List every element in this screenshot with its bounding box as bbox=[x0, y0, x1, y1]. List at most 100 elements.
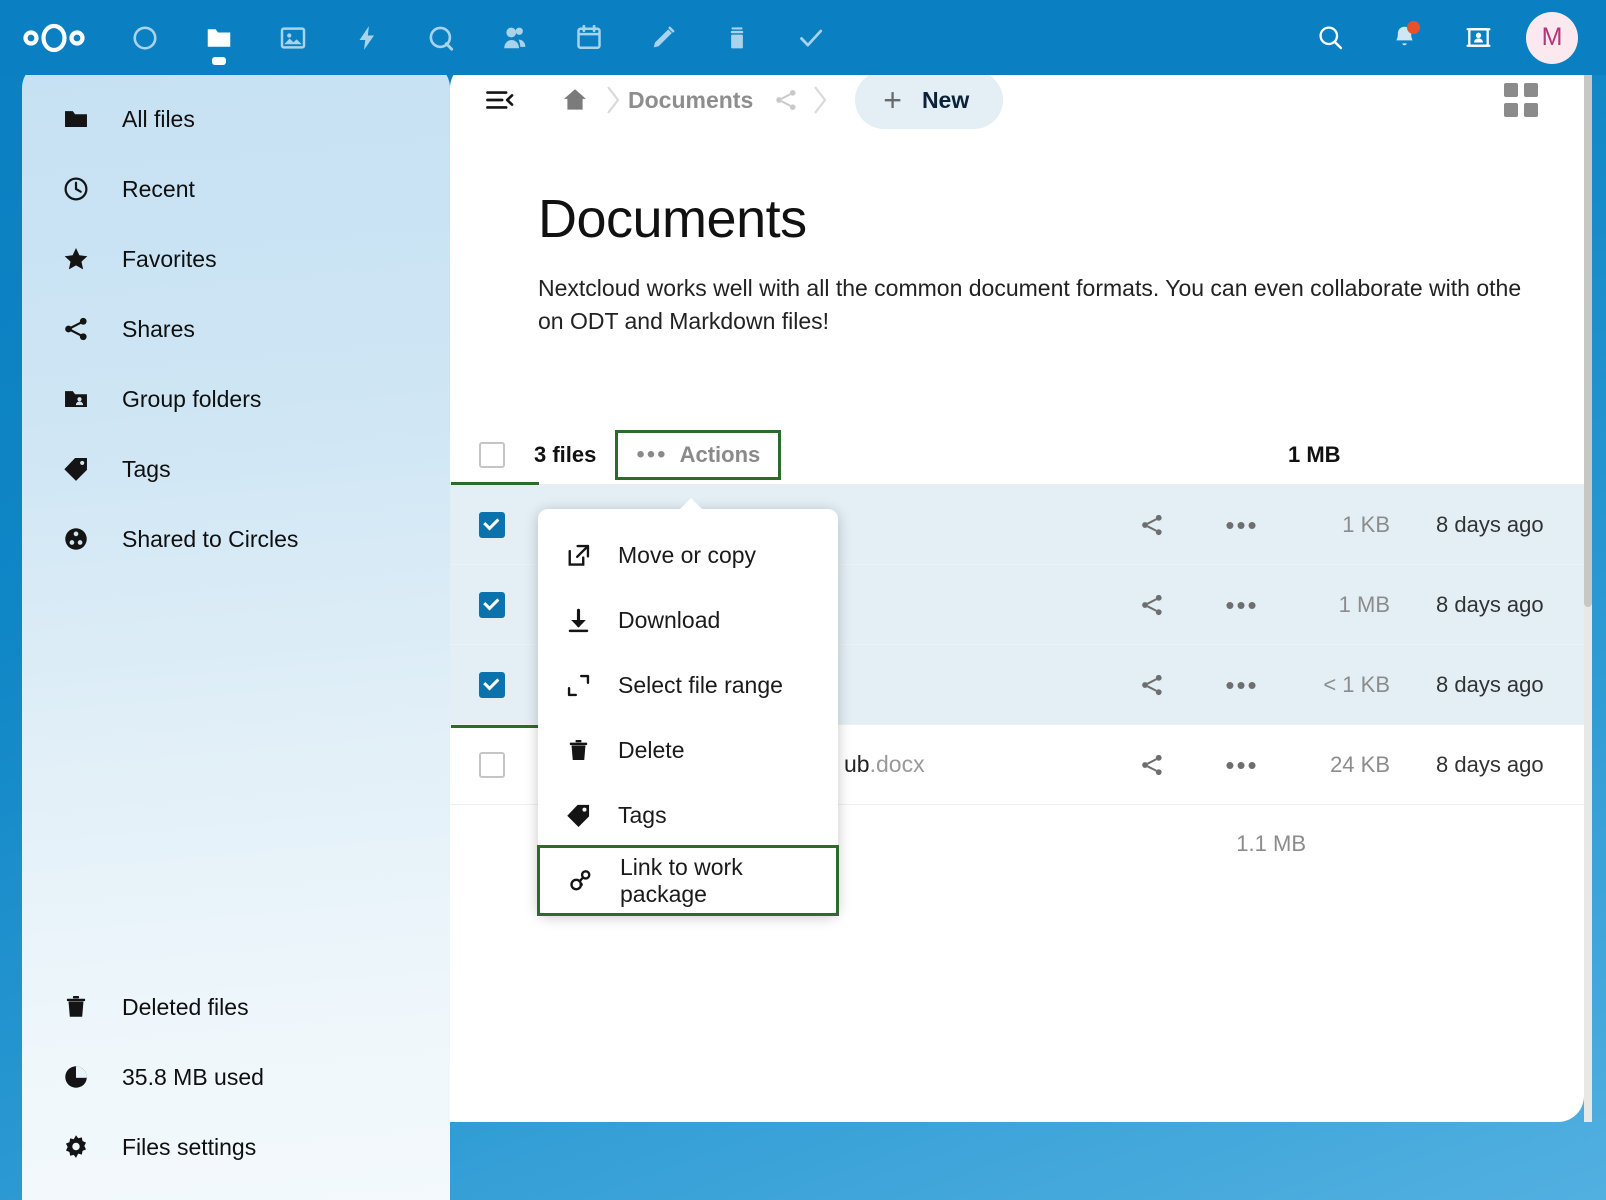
select-all-checkbox[interactable] bbox=[479, 442, 505, 468]
circle-icon bbox=[130, 23, 160, 53]
menu-item-link-to-work-package[interactable]: Link to work package bbox=[540, 848, 836, 913]
app-icon-files[interactable] bbox=[182, 0, 256, 75]
sidebar-label: Tags bbox=[122, 456, 171, 483]
row-actions-button[interactable]: ••• bbox=[1200, 680, 1284, 690]
file-modified: 8 days ago bbox=[1394, 672, 1584, 698]
row-actions-button[interactable]: ••• bbox=[1200, 600, 1284, 610]
search-button[interactable] bbox=[1304, 12, 1356, 64]
file-size: 1 MB bbox=[1284, 592, 1394, 618]
file-name-base: ub bbox=[844, 751, 870, 777]
photos-icon bbox=[278, 23, 308, 53]
file-modified: 8 days ago bbox=[1394, 512, 1584, 538]
vertical-scrollbar-thumb[interactable] bbox=[1584, 62, 1592, 607]
page-description: Nextcloud works well with all the common… bbox=[538, 272, 1548, 337]
toggle-navigation-button[interactable] bbox=[476, 76, 524, 124]
grid-view-toggle[interactable] bbox=[1504, 83, 1538, 117]
row-checkbox[interactable] bbox=[479, 592, 505, 618]
row-checkbox[interactable] bbox=[479, 672, 505, 698]
row-share-button[interactable] bbox=[1104, 592, 1200, 618]
sidebar-label: All files bbox=[122, 106, 195, 133]
row-share-button[interactable] bbox=[1104, 752, 1200, 778]
select-range-icon bbox=[564, 672, 592, 700]
menu-item-tags[interactable]: Tags bbox=[538, 783, 838, 848]
app-icon-calendar[interactable] bbox=[552, 0, 626, 75]
menu-item-label: Delete bbox=[618, 737, 684, 764]
sidebar-item-favorites[interactable]: Favorites bbox=[22, 224, 450, 294]
deck-icon bbox=[722, 23, 752, 53]
page-title: Documents bbox=[538, 188, 1584, 250]
app-icon-activity[interactable] bbox=[330, 0, 404, 75]
calendar-icon bbox=[574, 23, 604, 53]
menu-item-select-file-range[interactable]: Select file range bbox=[538, 653, 838, 718]
share-icon bbox=[1139, 592, 1165, 618]
notifications-button[interactable] bbox=[1378, 12, 1430, 64]
sidebar-item-files-settings[interactable]: Files settings bbox=[22, 1112, 450, 1182]
breadcrumb-home-link[interactable] bbox=[552, 77, 598, 123]
app-icon-photos[interactable] bbox=[256, 0, 330, 75]
breadcrumb-share-icon[interactable] bbox=[767, 77, 805, 123]
sidebar-item-group-folders[interactable]: Group folders bbox=[22, 364, 450, 434]
breadcrumb-separator bbox=[598, 77, 628, 123]
app-icon-dashboard[interactable] bbox=[108, 0, 182, 75]
row-select-cell bbox=[450, 592, 534, 618]
row-select-cell bbox=[450, 672, 534, 698]
row-checkbox[interactable] bbox=[479, 512, 505, 538]
nextcloud-logo[interactable] bbox=[0, 0, 108, 75]
files-count-label: 3 files bbox=[534, 442, 596, 468]
user-avatar[interactable]: M bbox=[1526, 12, 1578, 64]
menu-item-move-or-copy[interactable]: Move or copy bbox=[538, 523, 838, 588]
sidebar-item-recent[interactable]: Recent bbox=[22, 154, 450, 224]
sidebar-item-shares[interactable]: Shares bbox=[22, 294, 450, 364]
row-checkbox[interactable] bbox=[479, 752, 505, 778]
top-header-bar: M bbox=[0, 0, 1606, 75]
sidebar-label: Shared to Circles bbox=[122, 526, 298, 553]
new-button-label: New bbox=[922, 87, 969, 114]
actions-button-label: Actions bbox=[680, 442, 761, 468]
star-icon bbox=[62, 245, 90, 273]
sidebar-bottom-list: Deleted files 35.8 MB used bbox=[22, 972, 450, 1182]
sidebar-label: Shares bbox=[122, 316, 195, 343]
app-icon-deck[interactable] bbox=[700, 0, 774, 75]
new-button[interactable]: + New bbox=[855, 71, 1003, 129]
notification-badge bbox=[1407, 21, 1420, 34]
contacts-menu-button[interactable] bbox=[1452, 12, 1504, 64]
pencil-icon bbox=[648, 23, 678, 53]
sidebar-item-storage-used[interactable]: 35.8 MB used bbox=[22, 1042, 450, 1112]
menu-item-download[interactable]: Download bbox=[538, 588, 838, 653]
actions-dropdown-menu: Move or copy Download bbox=[538, 509, 838, 915]
actions-button[interactable]: ••• Actions bbox=[618, 433, 778, 477]
header-total-size: 1 MB bbox=[1288, 442, 1341, 468]
sidebar-label: 35.8 MB used bbox=[122, 1064, 264, 1091]
app-icon-circles[interactable] bbox=[404, 0, 478, 75]
menu-item-label: Tags bbox=[618, 802, 667, 829]
menu-item-delete[interactable]: Delete bbox=[538, 718, 838, 783]
file-size: 1 KB bbox=[1284, 512, 1394, 538]
breadcrumb-current[interactable]: Documents bbox=[628, 87, 753, 114]
app-icon-tasks[interactable] bbox=[774, 0, 848, 75]
sidebar-item-tags[interactable]: Tags bbox=[22, 434, 450, 504]
sidebar-label: Deleted files bbox=[122, 994, 249, 1021]
file-modified: 8 days ago bbox=[1394, 752, 1584, 778]
row-actions-button[interactable]: ••• bbox=[1200, 760, 1284, 770]
grid-view-icon bbox=[1524, 103, 1538, 117]
share-icon bbox=[62, 315, 90, 343]
row-share-button[interactable] bbox=[1104, 672, 1200, 698]
plus-icon: + bbox=[883, 84, 902, 116]
share-icon bbox=[1139, 512, 1165, 538]
share-icon bbox=[1139, 752, 1165, 778]
header-left-group bbox=[0, 0, 848, 75]
row-actions-button[interactable]: ••• bbox=[1200, 520, 1284, 530]
menu-item-label: Link to work package bbox=[620, 854, 836, 908]
app-icon-contacts[interactable] bbox=[478, 0, 552, 75]
app-icon-notes[interactable] bbox=[626, 0, 700, 75]
app-navigation bbox=[108, 0, 848, 75]
folder-description-block: Documents Nextcloud works well with all … bbox=[450, 138, 1584, 337]
row-share-button[interactable] bbox=[1104, 512, 1200, 538]
sidebar-item-all-files[interactable]: All files bbox=[22, 84, 450, 154]
sidebar-item-deleted-files[interactable]: Deleted files bbox=[22, 972, 450, 1042]
trash-icon bbox=[564, 737, 592, 765]
vertical-scrollbar-track[interactable] bbox=[1584, 62, 1592, 1122]
file-list-header: 3 files ••• Actions 1 MB bbox=[450, 425, 1584, 485]
sidebar-item-shared-to-circles[interactable]: Shared to Circles bbox=[22, 504, 450, 574]
sidebar-label: Files settings bbox=[122, 1134, 256, 1161]
